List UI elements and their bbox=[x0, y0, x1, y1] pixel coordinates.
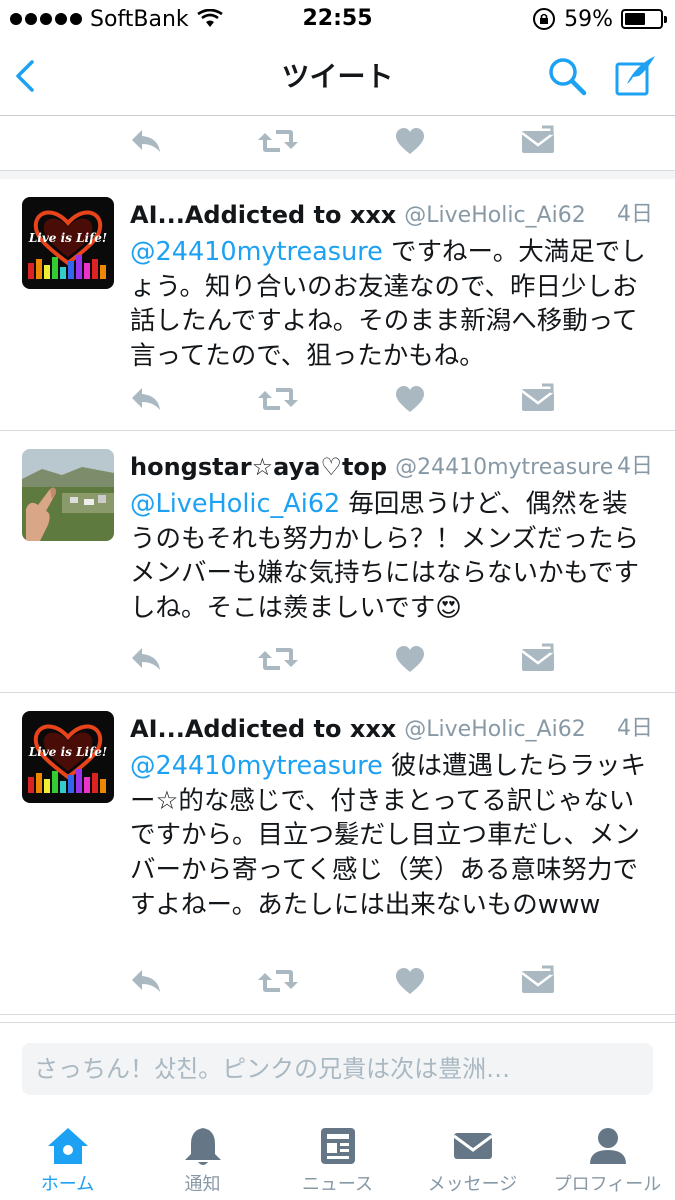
avatar-logo-text: Live is Life! bbox=[28, 745, 108, 759]
envelope-icon bbox=[452, 1133, 493, 1159]
tab-label: ホーム bbox=[40, 1174, 95, 1195]
tweet-time: 4日 bbox=[617, 454, 653, 479]
direct-message-icon[interactable] bbox=[520, 125, 556, 157]
like-icon[interactable] bbox=[392, 643, 428, 675]
tab-home[interactable]: ホーム bbox=[0, 1118, 135, 1200]
battery-icon bbox=[621, 9, 667, 29]
tweet[interactable]: hongstar☆aya♡top @24410mytreasure 4日 @Li… bbox=[0, 431, 675, 693]
battery-percent: 59% bbox=[564, 6, 613, 32]
tab-label: メッセージ bbox=[427, 1174, 518, 1195]
action-bar bbox=[0, 959, 675, 1003]
action-bar bbox=[0, 637, 675, 681]
mention-link[interactable]: @LiveHolic_Ai62 bbox=[130, 489, 340, 519]
retweet-icon[interactable] bbox=[258, 965, 298, 997]
news-icon bbox=[320, 1128, 355, 1164]
tab-label: プロフィール bbox=[553, 1174, 662, 1195]
tweet-time: 4日 bbox=[617, 716, 653, 741]
battery-fill bbox=[625, 13, 646, 25]
direct-message-icon[interactable] bbox=[520, 643, 556, 675]
tab-label: ニュース bbox=[301, 1174, 374, 1195]
previous-tweet-actions bbox=[0, 117, 675, 171]
avatar[interactable] bbox=[22, 449, 114, 541]
reply-icon[interactable] bbox=[128, 125, 164, 157]
reply-icon[interactable] bbox=[128, 965, 164, 997]
bell-icon bbox=[184, 1128, 221, 1165]
retweet-icon[interactable] bbox=[258, 643, 298, 675]
tab-notifications[interactable]: 通知 bbox=[135, 1118, 270, 1200]
display-name[interactable]: AI...Addicted to xxx bbox=[130, 715, 396, 743]
tweet-header: AI...Addicted to xxx @LiveHolic_Ai62 4日 bbox=[130, 197, 653, 233]
like-icon[interactable] bbox=[392, 125, 428, 157]
direct-message-icon[interactable] bbox=[520, 383, 556, 415]
tab-label: 通知 bbox=[184, 1174, 221, 1195]
divider bbox=[0, 171, 675, 179]
display-name[interactable]: hongstar☆aya♡top bbox=[130, 453, 387, 481]
display-name[interactable]: AI...Addicted to xxx bbox=[130, 201, 396, 229]
tab-messages[interactable]: メッセージ bbox=[405, 1118, 540, 1200]
avatar[interactable]: Live is Life! bbox=[22, 197, 114, 289]
screen-name[interactable]: @24410mytreasure bbox=[395, 455, 613, 480]
reply-input[interactable]: さっちん！샀친。ピンクの兄貴は次は豊洲… bbox=[22, 1043, 653, 1095]
reply-icon[interactable] bbox=[128, 643, 164, 675]
action-bar bbox=[0, 119, 675, 163]
timeline[interactable]: Live is Life! AI...Addicted to xxx @Live… bbox=[0, 117, 675, 1022]
status-right: 59% bbox=[532, 4, 667, 34]
tweet-time: 4日 bbox=[617, 202, 653, 227]
status-bar: SoftBank 22:55 59% bbox=[0, 0, 675, 38]
like-icon[interactable] bbox=[392, 965, 428, 997]
compose-icon[interactable] bbox=[613, 52, 659, 98]
mention-link[interactable]: @24410mytreasure bbox=[130, 751, 383, 781]
tweet-text: @LiveHolic_Ai62 毎回思うけど、偶然を装うのもそれも努力かしら？！… bbox=[130, 487, 650, 626]
home-icon bbox=[47, 1128, 88, 1164]
tab-profile[interactable]: プロフィール bbox=[540, 1118, 675, 1200]
tweet-text: @24410mytreasure ですねー。大満足でしょう。知り合いのお友達なの… bbox=[130, 235, 650, 374]
nav-bar: ツイート bbox=[0, 38, 675, 116]
like-icon[interactable] bbox=[392, 383, 428, 415]
search-icon[interactable] bbox=[545, 54, 589, 98]
avatar-logo-text: Live is Life! bbox=[28, 231, 108, 245]
mention-link[interactable]: @24410mytreasure bbox=[130, 237, 383, 267]
tweet[interactable]: Live is Life! AI...Addicted to xxx @Live… bbox=[0, 693, 675, 1015]
action-bar bbox=[0, 377, 675, 421]
avatar[interactable]: Live is Life! bbox=[22, 711, 114, 803]
retweet-icon[interactable] bbox=[258, 125, 298, 157]
tab-bar: ホーム 通知 ニュース メッセージ プロフィール bbox=[0, 1118, 675, 1200]
reply-icon[interactable] bbox=[128, 383, 164, 415]
tweet[interactable]: Live is Life! AI...Addicted to xxx @Live… bbox=[0, 179, 675, 431]
rotation-lock-icon bbox=[533, 8, 556, 30]
person-icon bbox=[589, 1128, 626, 1164]
direct-message-icon[interactable] bbox=[520, 965, 556, 997]
screen-name[interactable]: @LiveHolic_Ai62 bbox=[404, 717, 585, 742]
tab-news[interactable]: ニュース bbox=[270, 1118, 405, 1200]
tweet-text: @24410mytreasure 彼は遭遇したらラッキー☆的な感じで、付きまとっ… bbox=[130, 749, 650, 923]
screen-name[interactable]: @LiveHolic_Ai62 bbox=[404, 203, 585, 228]
tweet-header: AI...Addicted to xxx @LiveHolic_Ai62 4日 bbox=[130, 711, 653, 747]
tweet-header: hongstar☆aya♡top @24410mytreasure 4日 bbox=[130, 449, 653, 485]
retweet-icon[interactable] bbox=[258, 383, 298, 415]
reply-compose-bar: さっちん！샀친。ピンクの兄貴は次は豊洲… bbox=[0, 1022, 675, 1118]
